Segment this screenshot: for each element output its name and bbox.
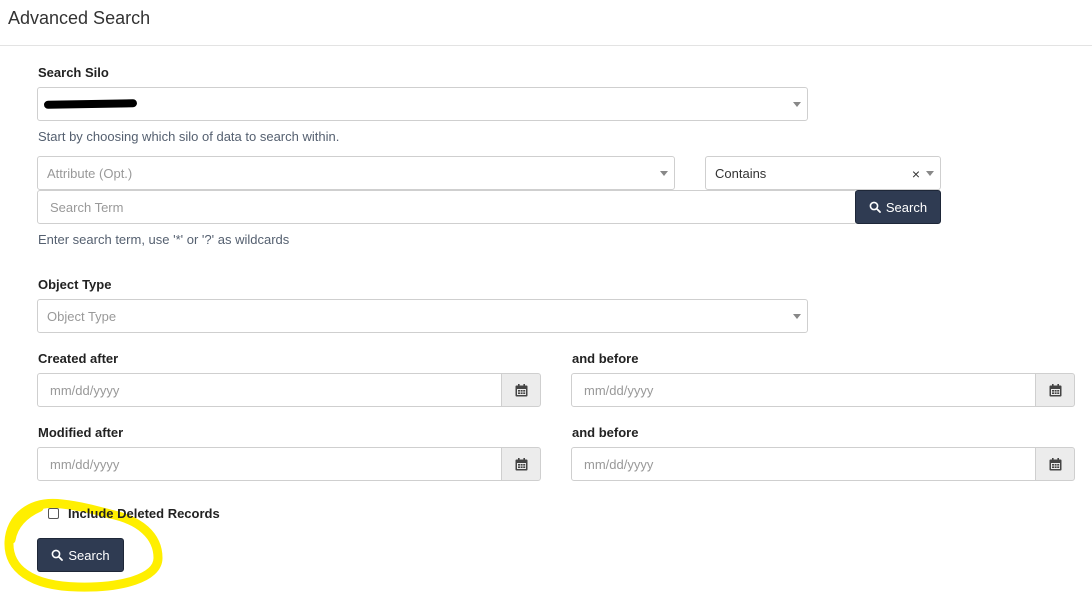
object-type-select[interactable]: Object Type bbox=[37, 299, 808, 333]
created-before-input[interactable] bbox=[571, 373, 1036, 407]
submit-search-label: Search bbox=[68, 547, 110, 563]
modified-after-calendar-button[interactable] bbox=[501, 447, 541, 481]
object-type-placeholder: Object Type bbox=[47, 309, 117, 324]
modified-before-field bbox=[571, 447, 1075, 481]
clear-icon[interactable]: × bbox=[912, 166, 920, 182]
calendar-icon bbox=[1049, 458, 1062, 471]
attribute-select[interactable]: Attribute (Opt.) bbox=[37, 156, 675, 190]
modified-after-label: Modified after bbox=[38, 425, 124, 440]
chevron-down-icon bbox=[660, 171, 668, 176]
created-after-calendar-button[interactable] bbox=[501, 373, 541, 407]
chevron-down-icon bbox=[926, 171, 934, 176]
page-header: Advanced Search bbox=[0, 0, 1092, 46]
search-silo-help: Start by choosing which silo of data to … bbox=[38, 129, 340, 144]
created-after-label: Created after bbox=[38, 351, 119, 366]
search-term-input[interactable] bbox=[37, 190, 857, 224]
chevron-down-icon bbox=[793, 102, 801, 107]
created-after-field bbox=[37, 373, 541, 407]
operator-select[interactable]: Contains × bbox=[705, 156, 941, 190]
modified-before-calendar-button[interactable] bbox=[1035, 447, 1075, 481]
page-title: Advanced Search bbox=[8, 8, 151, 28]
object-type-label: Object Type bbox=[38, 277, 112, 292]
calendar-icon bbox=[515, 384, 528, 397]
submit-search-button[interactable]: Search bbox=[37, 538, 124, 572]
search-silo-label: Search Silo bbox=[38, 65, 109, 80]
operator-value: Contains bbox=[715, 166, 767, 181]
created-after-input[interactable] bbox=[37, 373, 502, 407]
calendar-icon bbox=[1049, 384, 1062, 397]
created-before-field bbox=[571, 373, 1075, 407]
search-silo-select[interactable] bbox=[37, 87, 808, 121]
modified-after-field bbox=[37, 447, 541, 481]
redacted-value bbox=[43, 99, 138, 109]
modified-before-input[interactable] bbox=[571, 447, 1036, 481]
search-icon bbox=[51, 549, 64, 561]
search-icon bbox=[869, 201, 881, 213]
search-term-button[interactable]: Search bbox=[855, 190, 941, 224]
chevron-down-icon bbox=[793, 314, 801, 319]
include-deleted-label: Include Deleted Records bbox=[68, 506, 220, 521]
created-before-label: and before bbox=[572, 351, 639, 366]
attribute-placeholder: Attribute (Opt.) bbox=[47, 166, 133, 181]
modified-after-input[interactable] bbox=[37, 447, 502, 481]
include-deleted-checkbox[interactable] bbox=[48, 508, 59, 519]
search-term-button-label: Search bbox=[885, 199, 928, 215]
search-term-help: Enter search term, use '*' or '?' as wil… bbox=[38, 232, 290, 247]
created-before-calendar-button[interactable] bbox=[1035, 373, 1075, 407]
calendar-icon bbox=[515, 458, 528, 471]
modified-before-label: and before bbox=[572, 425, 639, 440]
